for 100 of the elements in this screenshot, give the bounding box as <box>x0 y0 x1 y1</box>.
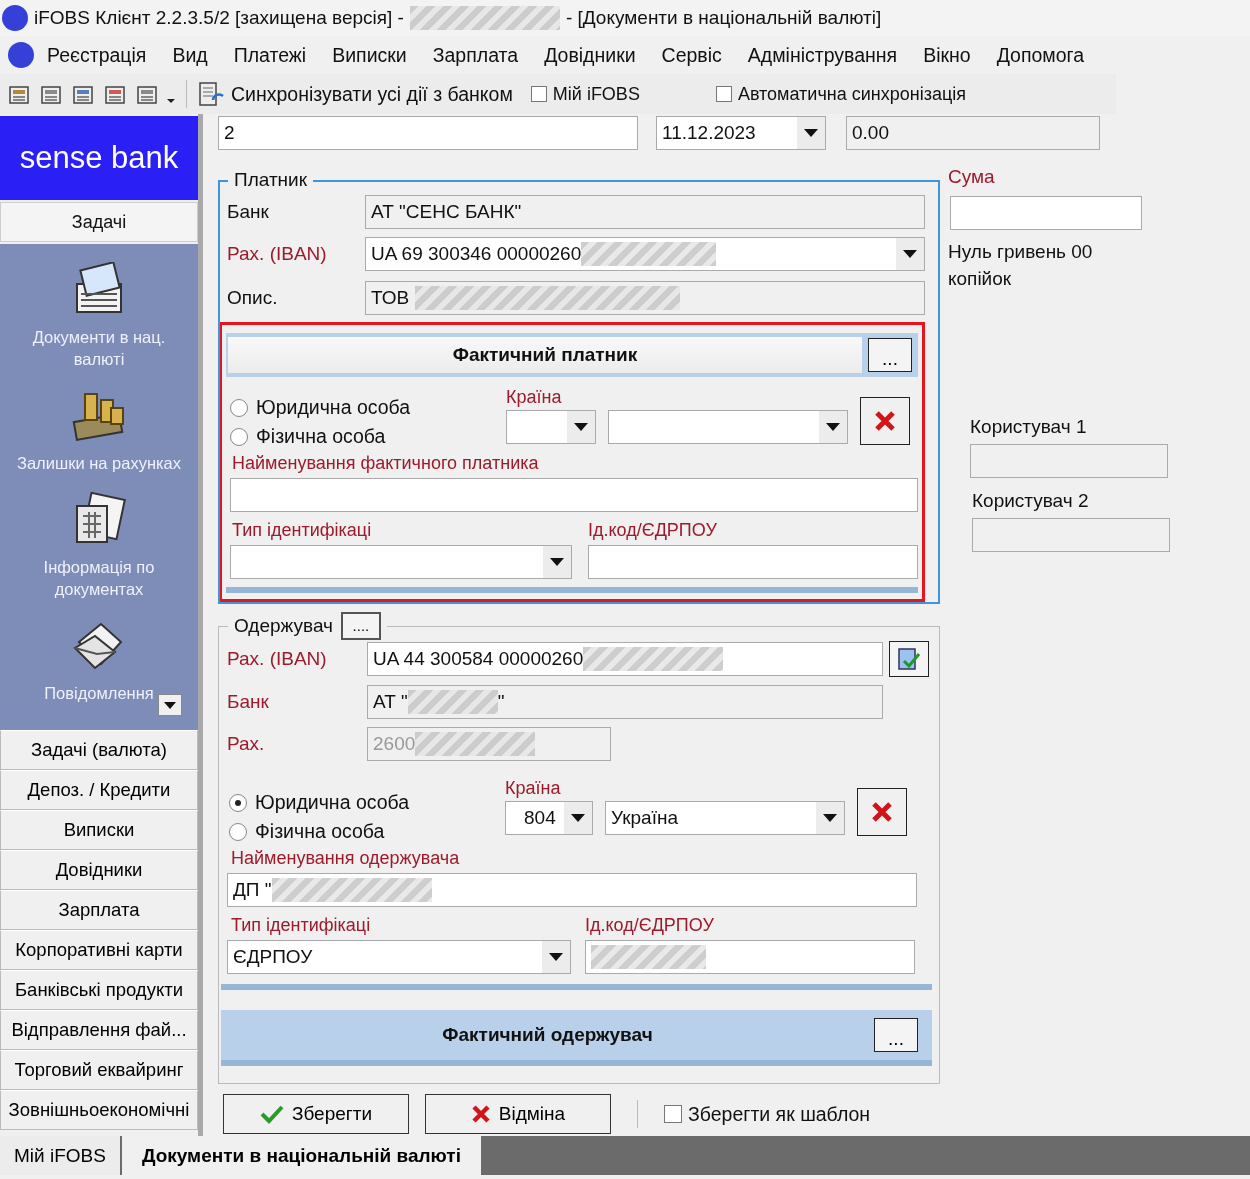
caret-icon <box>826 423 840 431</box>
caret-icon <box>823 814 837 822</box>
iban-dropdown[interactable]: UA 69 300346 00000260 <box>365 237 925 271</box>
field-label: Країна <box>506 387 563 408</box>
radio-button[interactable] <box>229 793 247 812</box>
field-label: Рах. <box>227 733 266 755</box>
close-icon <box>874 410 896 432</box>
menu-item[interactable]: Виписки <box>319 43 420 67</box>
id-type-dropdown[interactable]: ЄДРПОУ <box>227 940 571 974</box>
sidebar-section-button[interactable]: Зовнішньоекономічні <box>0 1090 198 1130</box>
field-label: Користувач 2 <box>972 490 1090 512</box>
field-label: Найменування одержувача <box>231 848 461 869</box>
caret-icon <box>804 129 818 137</box>
sync-icon <box>197 80 225 108</box>
field-label: Ід.код/ЄДРПОУ <box>588 520 718 541</box>
menu-item[interactable]: Зарплата <box>419 43 532 67</box>
document-number-field[interactable]: 2 <box>218 116 638 150</box>
more-button[interactable]: ... <box>874 1018 918 1052</box>
more-button[interactable]: ... <box>868 338 912 372</box>
checkbox-label: Мій iFOBS <box>552 83 640 105</box>
field-label: Сума <box>948 166 996 188</box>
checkbox-label: Зберегти як шаблон <box>688 1102 871 1126</box>
checkbox[interactable] <box>715 86 732 102</box>
menu-item[interactable]: Реєстрація <box>34 43 160 67</box>
lookup-button[interactable] <box>889 641 929 677</box>
radio-label: Юридична особа <box>255 791 410 814</box>
tab[interactable]: Документи в національній валюті <box>121 1136 481 1175</box>
sidebar-section-button[interactable]: Задачі (валюта) <box>0 730 198 770</box>
sidebar-section-button[interactable]: Виписки <box>0 810 198 850</box>
save-button[interactable]: Зберегти <box>223 1094 409 1134</box>
checkbox[interactable] <box>530 86 547 102</box>
user-field[interactable] <box>970 444 1168 478</box>
caret-icon <box>571 814 585 822</box>
sidebar-section-button[interactable]: Торговий еквайринг <box>0 1050 198 1090</box>
more-button[interactable]: .... <box>340 612 381 640</box>
radio-button[interactable] <box>230 398 248 417</box>
country-dropdown[interactable]: Україна <box>605 801 845 835</box>
menu-item[interactable]: Довідники <box>531 43 649 67</box>
clear-button[interactable] <box>860 397 910 445</box>
menu-item[interactable]: Сервіс <box>648 43 735 67</box>
field-label: Рах. (IBAN) <box>227 648 328 670</box>
caret-icon <box>164 701 176 709</box>
amount-field[interactable]: 0.00 <box>846 116 1100 150</box>
menu-item[interactable]: Вид <box>159 43 221 67</box>
id-code-field[interactable] <box>585 940 915 974</box>
id-type-dropdown[interactable] <box>230 545 572 579</box>
radio-button[interactable] <box>229 822 247 841</box>
scroll-down-button[interactable] <box>158 694 182 716</box>
group-title: Платник <box>234 169 307 191</box>
user-field[interactable] <box>972 518 1170 552</box>
name-field[interactable]: ДП " <box>227 873 917 907</box>
close-icon <box>871 801 893 823</box>
sum-field[interactable] <box>950 196 1142 230</box>
description-field[interactable]: ТОВ <box>365 281 925 315</box>
caret-icon <box>550 558 564 566</box>
sum-in-words: Нуль гривень 00 копійок <box>948 240 1094 291</box>
document-check-icon <box>896 646 922 672</box>
sidebar-section-button[interactable]: Депоз. / Кредити <box>0 770 198 810</box>
window-title: iFOBS Клієнт 2.2.3.5/2 [захищена версія] - <box>34 7 404 29</box>
menu-item[interactable]: Вікно <box>910 43 984 67</box>
app-logo-icon <box>2 5 28 31</box>
iban-field[interactable]: UA 44 300584 00000260 <box>367 642 883 676</box>
sidebar-section-button[interactable]: Корпоративні карти <box>0 930 198 970</box>
field-label: Користувач 1 <box>970 416 1088 438</box>
country-dropdown[interactable] <box>608 410 848 444</box>
tab[interactable]: Мій iFOBS <box>0 1136 120 1175</box>
close-icon <box>470 1104 491 1124</box>
menu-item[interactable]: Платежі <box>220 43 320 67</box>
sidebar-section-button[interactable]: Банківські продукти <box>0 970 198 1010</box>
sidebar-section-button[interactable]: Довідники <box>0 850 198 890</box>
window-title: - [Документи в національній валюті] <box>565 7 882 29</box>
name-field[interactable] <box>230 478 918 512</box>
bank-field[interactable]: АТ " " <box>367 685 883 719</box>
sync-label[interactable]: Синхронізувати усі дії з банком <box>231 82 513 106</box>
sidebar-header[interactable]: Задачі <box>0 202 198 242</box>
sidebar-section-button[interactable]: Відправлення фай... <box>0 1010 198 1050</box>
field-label: Банк <box>227 201 270 223</box>
caret-icon <box>574 423 588 431</box>
id-code-field[interactable] <box>588 545 918 579</box>
date-dropdown[interactable]: 11.12.2023 <box>656 116 826 150</box>
menu-item[interactable]: Адміністрування <box>734 43 911 67</box>
radio-label: Фізична особа <box>256 425 386 448</box>
country-code-dropdown[interactable]: 804 <box>505 801 593 835</box>
radio-button[interactable] <box>230 427 248 446</box>
field-label: Тип ідентифікаці <box>232 520 373 541</box>
cancel-button[interactable]: Відміна <box>425 1094 611 1134</box>
field-label: Банк <box>227 691 270 713</box>
section-title: Фактичний одержувач <box>441 1024 654 1046</box>
radio-label: Юридична особа <box>256 396 411 419</box>
section-title: Фактичний платник <box>228 337 862 373</box>
bank-field[interactable]: АТ "СЕНС БАНК" <box>365 195 925 229</box>
field-label: Найменування фактичного платника <box>232 453 540 474</box>
menu-item[interactable]: Допомога <box>983 43 1098 67</box>
sidebar-section-button[interactable]: Зарплата <box>0 890 198 930</box>
field-label: Країна <box>505 778 562 799</box>
clear-button[interactable] <box>857 788 907 836</box>
checkbox-label: Автоматична синхронізація <box>737 83 966 105</box>
group-title: Одержувач <box>234 615 333 637</box>
checkbox[interactable] <box>664 1105 682 1123</box>
country-code-dropdown[interactable] <box>506 410 596 444</box>
